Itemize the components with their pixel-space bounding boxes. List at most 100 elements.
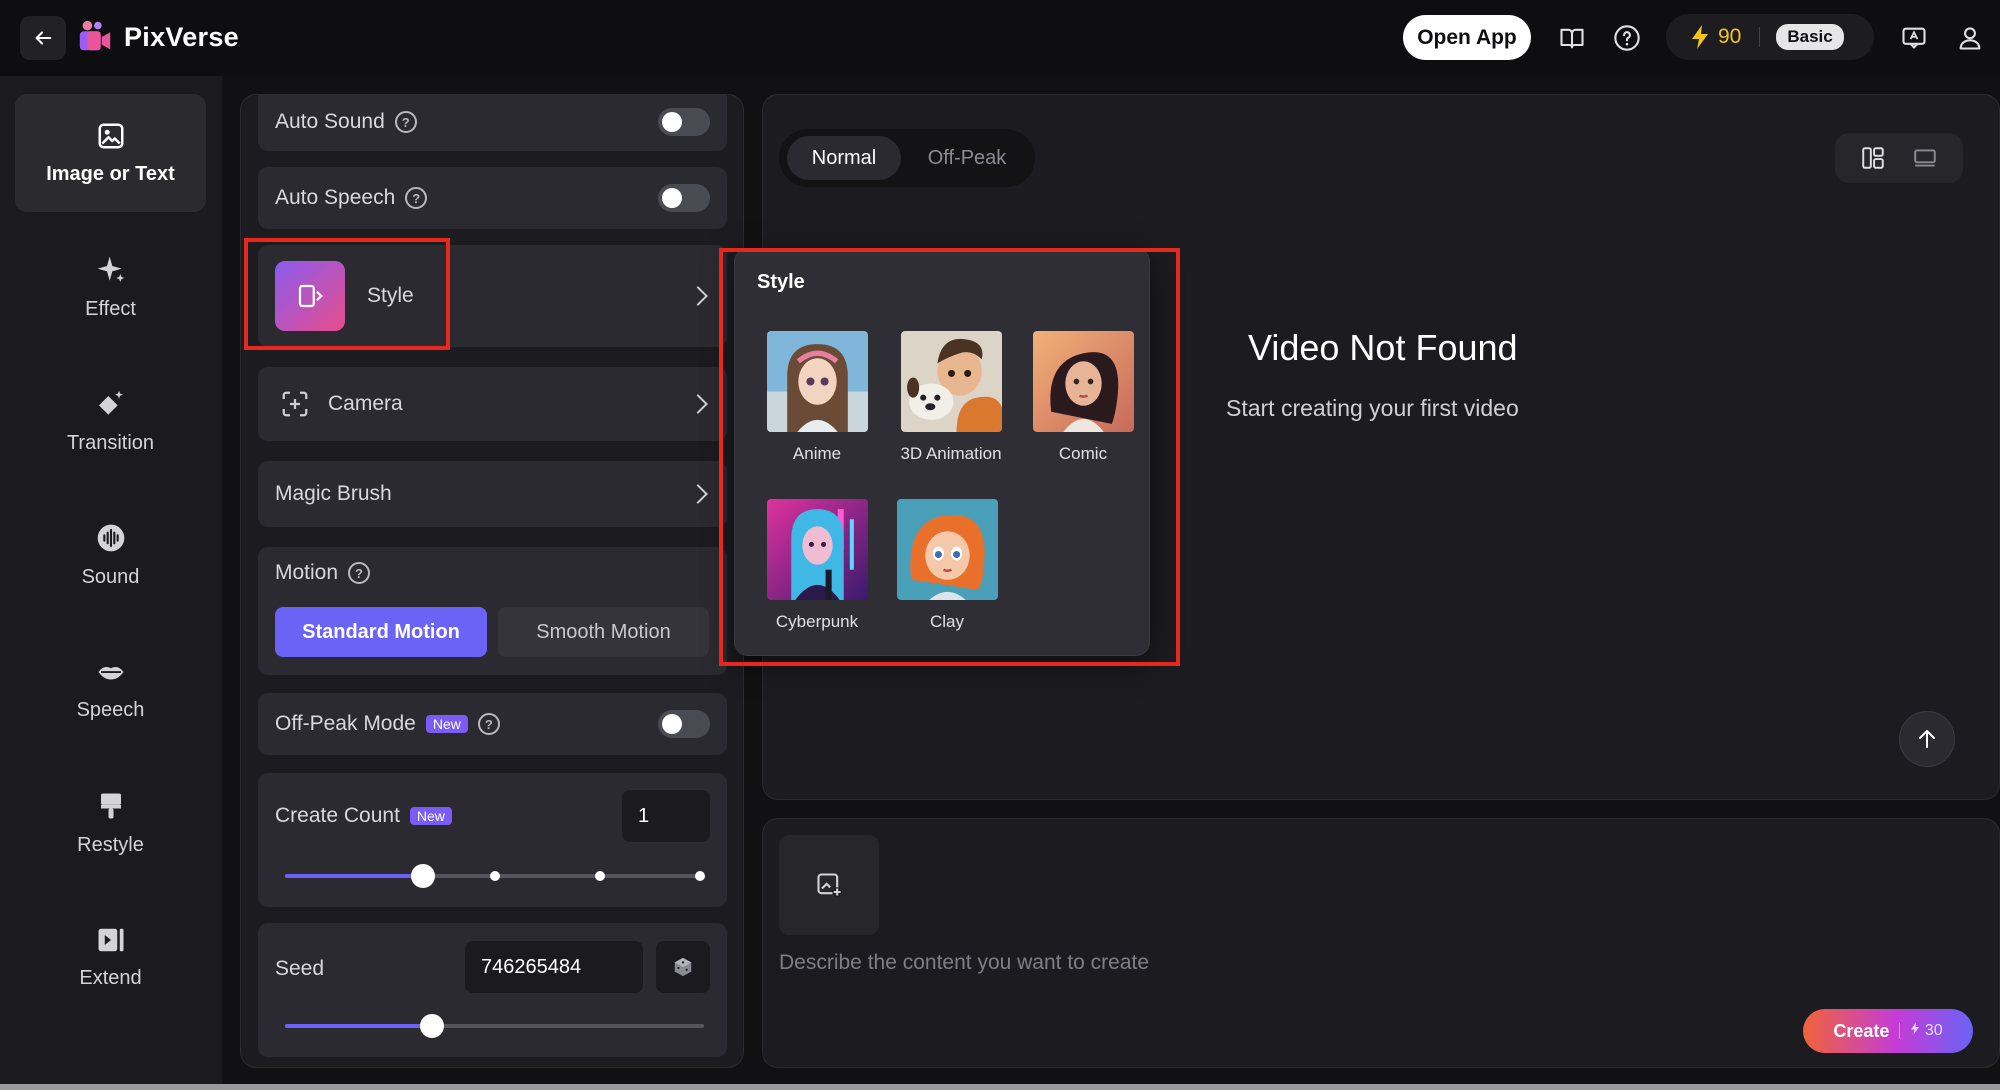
- brand-logo[interactable]: PixVerse: [76, 18, 239, 56]
- create-divider: [1899, 1023, 1901, 1039]
- tab-off-peak[interactable]: Off-Peak: [907, 136, 1027, 180]
- slider-fill: [285, 874, 423, 878]
- credits-value: 90: [1718, 25, 1742, 48]
- chevron-right-icon: [688, 394, 708, 414]
- rail-item-extend[interactable]: Extend: [15, 898, 206, 1016]
- mode-switch: Normal Off-Peak: [779, 129, 1035, 187]
- create-label: Create: [1833, 1020, 1890, 1041]
- upload-image-button[interactable]: [779, 835, 879, 935]
- help-icon[interactable]: ?: [405, 187, 428, 209]
- motion-section: Motion ? Standard Motion Smooth Motion: [258, 547, 727, 675]
- help-icon[interactable]: ?: [348, 562, 371, 584]
- slider-step: [695, 871, 705, 881]
- help-icon[interactable]: ?: [477, 713, 500, 735]
- rail-item-speech[interactable]: Speech: [15, 630, 206, 748]
- prompt-area: Describe the content you want to create …: [762, 818, 2000, 1068]
- auto-speech-toggle[interactable]: [658, 184, 710, 212]
- off-peak-row: Off-Peak Mode New ?: [258, 693, 727, 755]
- scroll-to-top-button[interactable]: [1899, 711, 1955, 767]
- slider-step: [490, 871, 500, 881]
- credits-divider: [1759, 27, 1761, 47]
- rail-item-label: Effect: [85, 297, 136, 320]
- view-switch: [1835, 133, 1963, 183]
- slider-fill: [285, 1024, 432, 1028]
- auto-speech-row: Auto Speech ?: [258, 167, 727, 229]
- help-icon[interactable]: [1611, 22, 1643, 54]
- credits-indicator[interactable]: 90 Basic: [1666, 14, 1874, 60]
- chevron-right-icon: [688, 286, 708, 306]
- lightning-icon: [1692, 25, 1708, 49]
- rail-item-label: Image or Text: [46, 162, 175, 185]
- motion-label-group: Motion ?: [275, 561, 371, 585]
- extend-icon: [98, 928, 123, 951]
- help-icon[interactable]: ?: [394, 111, 417, 133]
- seed-label: Seed: [275, 957, 325, 980]
- off-peak-label: Off-Peak Mode: [275, 712, 416, 735]
- open-app-button[interactable]: Open App: [1403, 15, 1531, 60]
- camera-row[interactable]: Camera: [258, 367, 727, 441]
- create-count-label: Create Count: [275, 804, 400, 827]
- camera-focus-icon: [282, 391, 308, 417]
- create-count-section: Create Count New 1: [258, 773, 727, 907]
- plan-badge: Basic: [1776, 24, 1844, 50]
- tab-normal[interactable]: Normal: [787, 136, 901, 180]
- create-cost-value: 30: [1924, 1022, 1943, 1039]
- highlight-frame-style-row: [244, 238, 450, 350]
- camera-label: Camera: [328, 392, 403, 415]
- magic-brush-row[interactable]: Magic Brush: [258, 461, 727, 527]
- auto-sound-label-group: Auto Sound ?: [275, 110, 417, 134]
- rail-item-restyle[interactable]: Restyle: [15, 764, 206, 882]
- arrow-up-icon: [1919, 730, 1935, 748]
- auto-speech-label: Auto Speech: [275, 186, 396, 209]
- grid-view-icon[interactable]: [1860, 145, 1886, 171]
- seed-input[interactable]: 746265484: [465, 941, 643, 993]
- random-seed-button[interactable]: [656, 941, 710, 993]
- back-button[interactable]: [20, 16, 66, 60]
- prompt-input[interactable]: Describe the content you want to create: [779, 951, 1149, 975]
- create-count-input[interactable]: 1: [622, 790, 710, 842]
- off-peak-toggle[interactable]: [658, 710, 710, 738]
- seed-slider[interactable]: [285, 1014, 704, 1038]
- create-count-slider[interactable]: [285, 864, 705, 888]
- create-button[interactable]: Create 30: [1803, 1009, 1973, 1053]
- brand-name: PixVerse: [124, 21, 240, 52]
- sparkle-icon: [97, 256, 124, 282]
- standard-motion-button[interactable]: Standard Motion: [275, 607, 487, 657]
- sound-icon: [97, 524, 124, 551]
- smooth-motion-button[interactable]: Smooth Motion: [498, 607, 709, 657]
- off-peak-label-group: Off-Peak Mode New ?: [275, 712, 500, 736]
- new-badge: New: [425, 715, 468, 733]
- list-view-icon[interactable]: [1912, 145, 1938, 171]
- highlight-frame-style-popover: [719, 248, 1180, 666]
- feedback-icon[interactable]: [1898, 22, 1930, 54]
- user-icon[interactable]: [1954, 22, 1986, 54]
- rail-item-image-or-text[interactable]: Image or Text: [15, 94, 206, 212]
- back-arrow-icon: [35, 31, 52, 45]
- auto-sound-label: Auto Sound: [275, 110, 385, 133]
- create-cost: 30: [1910, 1022, 1943, 1040]
- chevron-right-icon: [688, 484, 708, 504]
- lightning-icon: [1911, 1022, 1920, 1035]
- rail-item-label: Sound: [81, 565, 140, 588]
- top-bar: PixVerse Open App 90 Basic: [0, 0, 2000, 76]
- auto-sound-toggle[interactable]: [658, 108, 710, 136]
- auto-speech-label-group: Auto Speech ?: [275, 186, 428, 210]
- slider-step: [595, 871, 605, 881]
- dice-icon: [674, 957, 692, 977]
- rail-item-transition[interactable]: Transition: [15, 362, 206, 480]
- auto-sound-row: Auto Sound ?: [258, 95, 727, 151]
- slider-knob[interactable]: [420, 1014, 444, 1038]
- bottom-strip: [0, 1084, 2000, 1090]
- lips-icon: [98, 666, 123, 679]
- rail-item-label: Extend: [79, 966, 142, 989]
- rail-item-sound[interactable]: Sound: [15, 496, 206, 614]
- transition-icon: [98, 390, 123, 415]
- rail-item-effect[interactable]: Effect: [15, 228, 206, 346]
- create-count-label-group: Create Count New: [275, 804, 452, 828]
- rail-item-label: Restyle: [77, 833, 144, 856]
- slider-knob[interactable]: [411, 864, 435, 888]
- empty-state-subtitle: Start creating your first video: [1226, 395, 1519, 421]
- empty-state-title: Video Not Found: [1248, 327, 1518, 368]
- book-icon[interactable]: [1556, 22, 1588, 54]
- rail-item-label: Speech: [76, 698, 145, 721]
